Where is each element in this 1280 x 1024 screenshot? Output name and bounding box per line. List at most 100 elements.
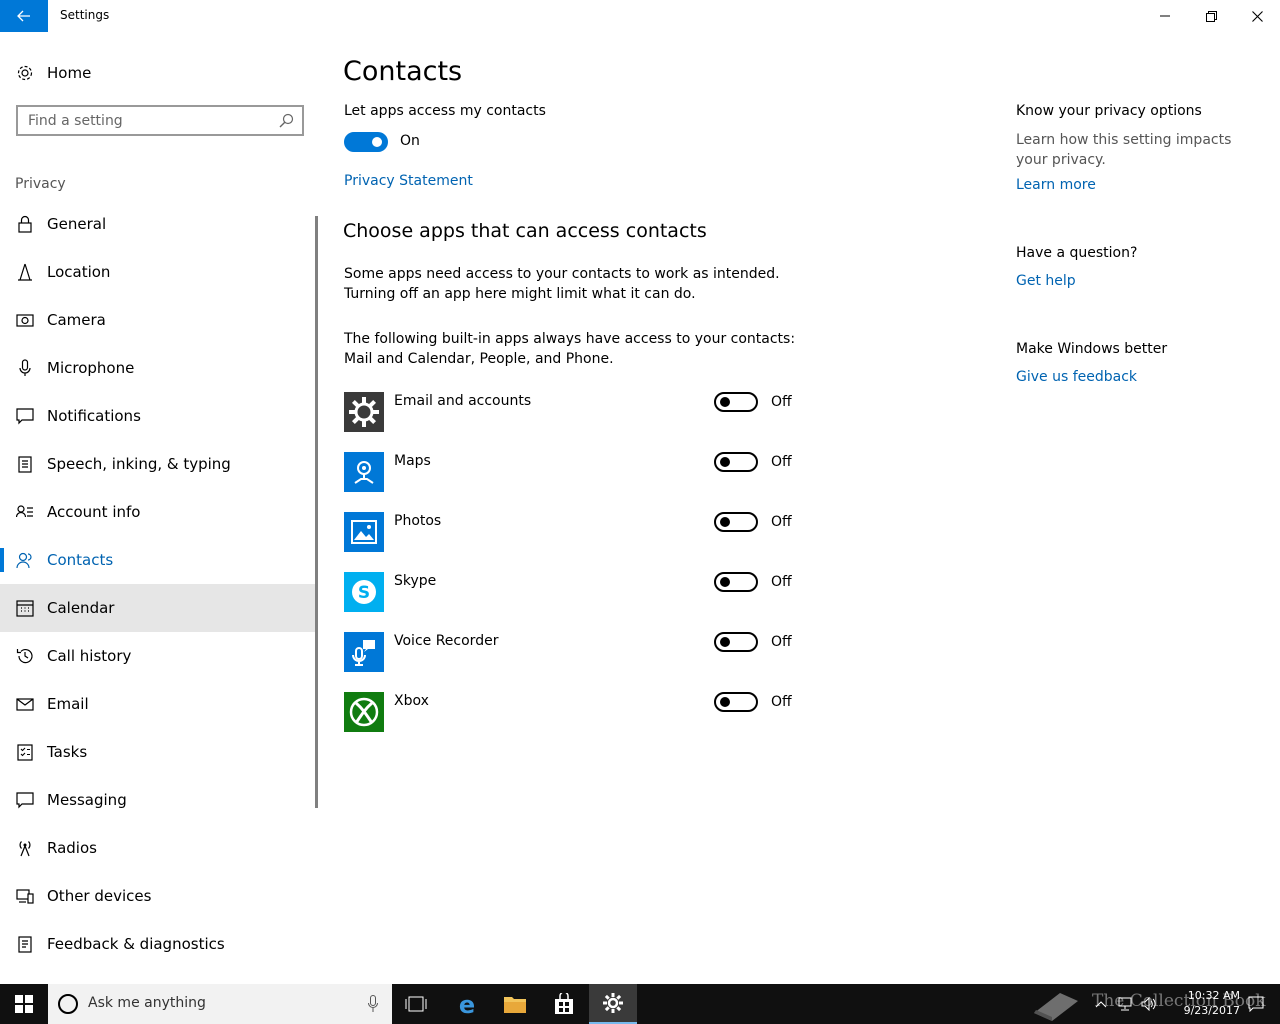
toggle-knob <box>372 137 382 147</box>
give-feedback-link[interactable]: Give us feedback <box>1016 369 1137 385</box>
xbox-icon <box>344 692 384 732</box>
learn-more-link[interactable]: Learn more <box>1016 177 1096 193</box>
feedback-icon <box>18 936 32 953</box>
search-input[interactable] <box>18 107 268 134</box>
description-line: Turning off an app here might limit what… <box>344 286 696 302</box>
sidebar-item-messaging[interactable]: Messaging <box>0 776 318 824</box>
home-nav-item[interactable]: Home <box>0 56 320 90</box>
history-icon <box>16 649 33 664</box>
svg-text:S: S <box>358 583 370 603</box>
tasks-icon <box>17 744 33 761</box>
edge-button[interactable]: e <box>443 984 491 1024</box>
sidebar-item-call-history[interactable]: Call history <box>0 632 318 680</box>
sidebar-item-general[interactable]: General <box>0 200 318 248</box>
get-help-link[interactable]: Get help <box>1016 273 1076 289</box>
sidebar-item-microphone[interactable]: Microphone <box>0 344 318 392</box>
photos-toggle[interactable] <box>714 512 758 532</box>
lock-icon <box>18 215 32 233</box>
sidebar-item-feedback[interactable]: Feedback & diagnostics <box>0 920 318 968</box>
sidebar-item-contacts[interactable]: Contacts <box>0 536 318 584</box>
toggle-state: Off <box>771 394 792 410</box>
email-accounts-toggle[interactable] <box>714 392 758 412</box>
action-center-icon <box>1248 996 1264 1012</box>
back-arrow-icon <box>17 10 30 22</box>
restore-icon <box>1205 10 1217 22</box>
voice-recorder-toggle[interactable] <box>714 632 758 652</box>
store-button[interactable] <box>540 984 588 1024</box>
cortana-search-box[interactable]: Ask me anything <box>48 984 392 1024</box>
app-name: Xbox <box>394 693 429 709</box>
app-row-xbox: Xbox Off <box>344 692 804 732</box>
app-row-voice-recorder: Voice Recorder Off <box>344 632 804 672</box>
maps-icon <box>344 452 384 492</box>
account-info-icon <box>16 505 33 518</box>
toggle-knob <box>720 517 730 527</box>
app-name: Photos <box>394 513 442 529</box>
sidebar-item-label: Notifications <box>47 407 141 425</box>
toggle-state: Off <box>771 574 792 590</box>
apps-description: Some apps need access to your contacts t… <box>344 264 804 304</box>
sidebar-item-notifications[interactable]: Notifications <box>0 392 318 440</box>
sidebar-item-label: Speech, inking, & typing <box>47 455 231 473</box>
app-name: Voice Recorder <box>394 633 499 649</box>
start-button[interactable] <box>0 984 48 1024</box>
sidebar-item-label: General <box>47 215 107 233</box>
sidebar-item-label: Email <box>47 695 89 713</box>
settings-taskbar-button[interactable] <box>589 984 637 1024</box>
file-explorer-button[interactable] <box>491 984 539 1024</box>
location-icon <box>18 263 32 281</box>
sidebar-item-camera[interactable]: Camera <box>0 296 318 344</box>
sidebar-item-calendar[interactable]: Calendar <box>0 584 318 632</box>
messaging-icon <box>16 792 34 809</box>
sidebar-item-label: Camera <box>47 311 106 329</box>
speech-icon <box>18 456 32 473</box>
sidebar-item-tasks[interactable]: Tasks <box>0 728 318 776</box>
folder-icon <box>504 997 526 1013</box>
privacy-statement-link[interactable]: Privacy Statement <box>344 173 473 189</box>
sidebar-item-label: Contacts <box>47 551 114 569</box>
app-row-skype: S Skype Off <box>344 572 804 612</box>
sidebar-item-account-info[interactable]: Account info <box>0 488 318 536</box>
toggle-knob <box>720 637 730 647</box>
sidebar-scrollbar[interactable] <box>315 216 318 808</box>
skype-toggle[interactable] <box>714 572 758 592</box>
xbox-toggle[interactable] <box>714 692 758 712</box>
sidebar-item-label: Other devices <box>47 887 152 905</box>
app-row-email-accounts: Email and accounts Off <box>344 392 804 432</box>
close-button[interactable] <box>1234 0 1280 32</box>
gear-icon <box>603 993 623 1013</box>
contacts-access-toggle[interactable] <box>344 132 388 152</box>
description-line: Some apps need access to your contacts t… <box>344 266 780 282</box>
clock[interactable]: 10:32 AM 9/23/2017 <box>1150 988 1240 1018</box>
restore-button[interactable] <box>1188 0 1234 32</box>
network-icon[interactable] <box>1117 997 1133 1011</box>
search-box[interactable] <box>16 105 304 136</box>
built-in-apps-note: The following built-in apps always have … <box>344 329 804 369</box>
action-center-button[interactable] <box>1232 984 1280 1024</box>
microphone-icon[interactable] <box>368 995 378 1013</box>
contacts-icon <box>16 552 32 569</box>
sidebar-item-speech[interactable]: Speech, inking, & typing <box>0 440 318 488</box>
minimize-button[interactable] <box>1142 0 1188 32</box>
page-title: Contacts <box>343 56 463 87</box>
windows-logo-icon <box>15 995 33 1013</box>
skype-icon: S <box>344 572 384 612</box>
sidebar-item-label: Location <box>47 263 111 281</box>
chevron-up-icon[interactable] <box>1095 1000 1107 1008</box>
sidebar-item-other-devices[interactable]: Other devices <box>0 872 318 920</box>
maps-toggle[interactable] <box>714 452 758 472</box>
radios-icon <box>19 841 31 857</box>
sidebar-item-location[interactable]: Location <box>0 248 318 296</box>
search-icon[interactable] <box>279 113 294 128</box>
sidebar-item-radios[interactable]: Radios <box>0 824 318 872</box>
app-row-maps: Maps Off <box>344 452 804 492</box>
apps-subheading: Choose apps that can access contacts <box>343 220 707 242</box>
task-view-button[interactable] <box>392 984 440 1024</box>
sidebar-item-label: Radios <box>47 839 97 857</box>
privacy-options-heading: Know your privacy options <box>1016 103 1202 119</box>
email-icon <box>16 698 34 711</box>
sidebar-item-email[interactable]: Email <box>0 680 318 728</box>
sidebar-item-label: Account info <box>47 503 141 521</box>
back-button[interactable] <box>0 0 48 32</box>
book-logo-icon <box>1034 993 1078 1021</box>
